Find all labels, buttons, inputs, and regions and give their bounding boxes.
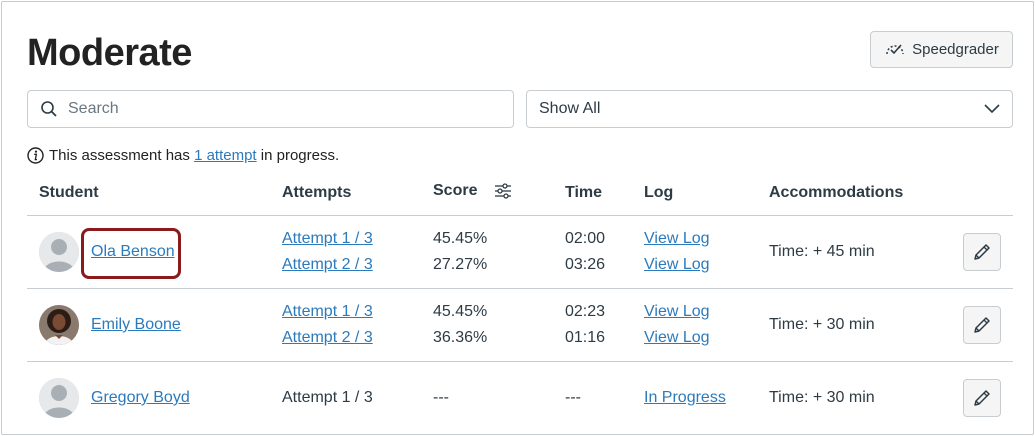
score-value: 27.27% bbox=[433, 256, 488, 273]
notice-prefix: This assessment has bbox=[49, 147, 190, 164]
search-input[interactable] bbox=[68, 100, 488, 118]
filter-select[interactable]: Show All bbox=[526, 90, 1013, 128]
row-divider bbox=[27, 288, 1013, 289]
header-score-label: Score bbox=[433, 182, 478, 199]
time-value: 03:26 bbox=[565, 256, 606, 273]
in-progress-link[interactable]: In Progress bbox=[644, 389, 726, 407]
student-name-link[interactable]: Emily Boone bbox=[91, 316, 181, 334]
accommodation-value: Time: + 45 min bbox=[769, 243, 875, 260]
score-value: 36.36% bbox=[433, 329, 488, 346]
search-icon bbox=[41, 101, 57, 117]
header-accommodations: Accommodations bbox=[769, 184, 904, 201]
chevron-down-icon bbox=[984, 104, 1000, 114]
row-divider bbox=[27, 361, 1013, 362]
accommodation-value: Time: + 30 min bbox=[769, 389, 875, 406]
score-value: --- bbox=[433, 389, 449, 406]
header-log: Log bbox=[644, 184, 674, 201]
edit-accommodation-button[interactable] bbox=[963, 379, 1001, 417]
notice-suffix: in progress. bbox=[260, 147, 340, 164]
user-placeholder-icon bbox=[39, 378, 79, 418]
student-name-link[interactable]: Ola Benson bbox=[91, 243, 175, 261]
avatar bbox=[39, 378, 79, 418]
header-score: Score bbox=[433, 182, 512, 200]
student-name-link[interactable]: Gregory Boyd bbox=[91, 389, 190, 407]
attempt-link[interactable]: 1 attempt bbox=[194, 147, 257, 164]
time-value: 02:00 bbox=[565, 230, 606, 247]
edit-accommodation-button[interactable] bbox=[963, 306, 1001, 344]
pencil-icon bbox=[974, 390, 990, 406]
filter-selected-value: Show All bbox=[539, 100, 601, 117]
page-title: Moderate bbox=[27, 32, 192, 74]
user-placeholder-icon bbox=[39, 232, 79, 272]
speedgrader-button[interactable]: Speedgrader bbox=[870, 31, 1013, 68]
attempt-link[interactable]: Attempt 2 / 3 bbox=[282, 256, 373, 274]
attempt-value: Attempt 1 / 3 bbox=[282, 389, 373, 406]
time-value: 01:16 bbox=[565, 329, 606, 346]
avatar bbox=[39, 305, 79, 345]
accommodation-value: Time: + 30 min bbox=[769, 316, 875, 333]
attempt-link[interactable]: Attempt 2 / 3 bbox=[282, 329, 373, 347]
view-log-link[interactable]: View Log bbox=[644, 256, 710, 274]
pencil-icon bbox=[974, 317, 990, 333]
edit-accommodation-button[interactable] bbox=[963, 233, 1001, 271]
view-log-link[interactable]: View Log bbox=[644, 230, 710, 248]
view-log-link[interactable]: View Log bbox=[644, 329, 710, 347]
header-divider bbox=[27, 215, 1013, 216]
header-student: Student bbox=[39, 184, 99, 201]
score-value: 45.45% bbox=[433, 303, 488, 320]
attempt-notice: This assessment has 1 attempt in progres… bbox=[27, 147, 339, 164]
score-value: 45.45% bbox=[433, 230, 488, 247]
speedgrader-icon bbox=[886, 43, 904, 54]
time-value: --- bbox=[565, 389, 581, 406]
filter-sliders-icon[interactable] bbox=[494, 183, 512, 199]
view-log-link[interactable]: View Log bbox=[644, 303, 710, 321]
info-icon bbox=[27, 147, 44, 164]
time-value: 02:23 bbox=[565, 303, 606, 320]
header-attempts: Attempts bbox=[282, 184, 352, 201]
attempt-link[interactable]: Attempt 1 / 3 bbox=[282, 230, 373, 248]
pencil-icon bbox=[974, 244, 990, 260]
avatar bbox=[39, 232, 79, 272]
header-time: Time bbox=[565, 184, 603, 201]
user-photo bbox=[39, 305, 79, 345]
attempt-link[interactable]: Attempt 1 / 3 bbox=[282, 303, 373, 321]
search-box[interactable] bbox=[27, 90, 514, 128]
speedgrader-label: Speedgrader bbox=[912, 41, 999, 58]
